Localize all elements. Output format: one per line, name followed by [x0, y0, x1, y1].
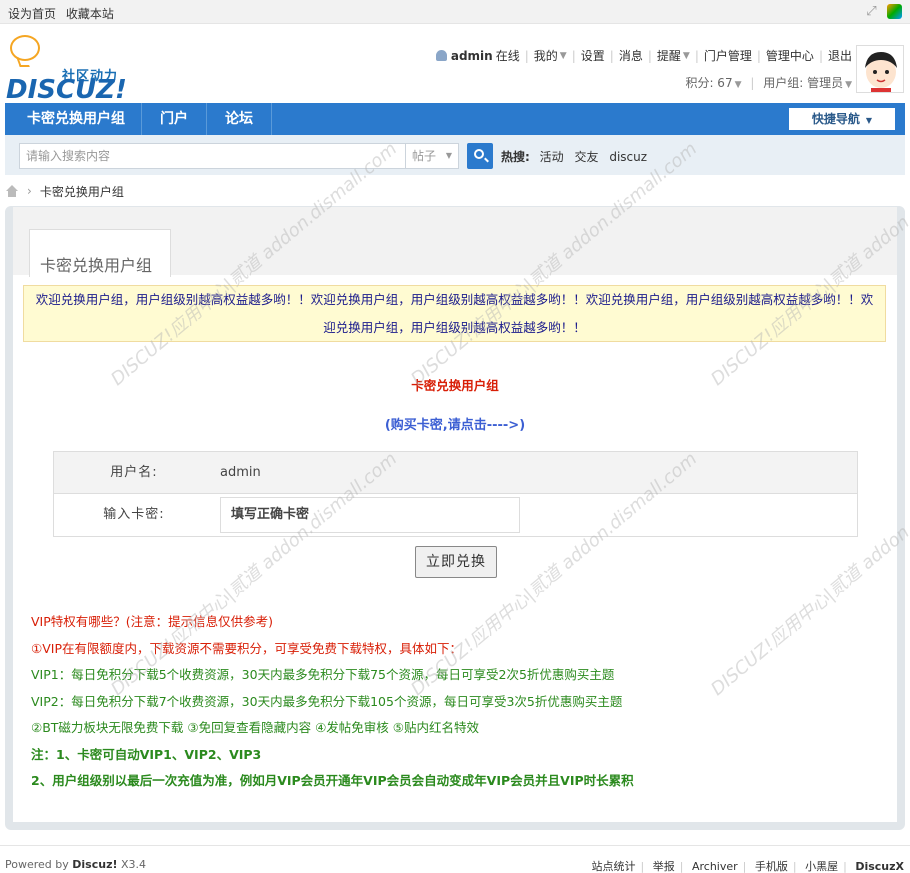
site-logo[interactable]: 社区动力 DISCUZ!	[6, 35, 136, 105]
hot-search: 热搜: 活动 交友 discuz	[501, 148, 654, 165]
info-line: ①VIP在有限额度内，下载资源不需要积分，可享受免费下载特权，具体如下：	[31, 640, 462, 656]
logo-en-text: DISCUZ!	[6, 75, 127, 105]
avatar[interactable]	[856, 45, 904, 93]
menu-reminders[interactable]: 提醒	[657, 47, 681, 64]
nav-item-portal[interactable]: 门户	[142, 103, 207, 135]
widescreen-toggle-icon[interactable]: ⤢	[864, 4, 879, 19]
caret-down-icon: ▼	[445, 151, 452, 160]
hot-search-item[interactable]: discuz	[609, 150, 647, 164]
nav-item-forum[interactable]: 论坛	[207, 103, 272, 135]
version-label: X3.4	[121, 858, 147, 871]
buy-card-link[interactable]: (购买卡密,请点击---->)	[13, 414, 897, 433]
caret-down-icon: ▼	[865, 116, 873, 125]
tab-card-exchange[interactable]: 卡密兑换用户组	[29, 229, 171, 277]
welcome-notice: 欢迎兑换用户组，用户组级别越高权益越多哟！！欢迎兑换用户组，用户组级别越高权益越…	[23, 285, 886, 342]
form-row-username: 用户名: admin	[54, 452, 857, 494]
main-nav: 卡密兑换用户组 门户 论坛 快捷导航 ▼	[5, 103, 905, 135]
info-line: 注：1、卡密可自动VIP1、VIP2、VIP3	[31, 746, 262, 762]
nav-item-card-exchange[interactable]: 卡密兑换用户组	[5, 103, 142, 135]
username-label: 用户名:	[110, 465, 158, 480]
top-toolbar: 设为首页 收藏本站 ⤢	[0, 0, 910, 24]
menu-admin-center[interactable]: 管理中心	[766, 47, 814, 64]
bookmark-link[interactable]: 收藏本站	[66, 7, 114, 21]
username-link[interactable]: admin	[451, 49, 493, 63]
footer-brand[interactable]: DiscuzX	[855, 860, 904, 873]
search-input[interactable]: 请输入搜索内容	[19, 143, 405, 169]
info-line: ②BT磁力板块无限免费下载 ③免回复查看隐藏内容 ④发帖免审核 ⑤贴内红名特效	[31, 720, 479, 735]
footer-link-mobile[interactable]: 手机版	[755, 860, 788, 873]
info-line: 2、用户组级别以最后一次充值为准，例如月VIP会员开通年VIP会员会自动变成年V…	[31, 773, 634, 788]
credits-link[interactable]: 积分: 67	[685, 76, 732, 90]
username-value: admin	[214, 452, 857, 493]
menu-messages[interactable]: 消息	[619, 47, 643, 64]
quick-nav-button[interactable]: 快捷导航 ▼	[789, 108, 895, 130]
search-button[interactable]	[467, 143, 493, 169]
exchange-form: 用户名: admin 输入卡密: 填写正确卡密	[53, 451, 858, 537]
exchange-heading: 卡密兑换用户组	[411, 378, 499, 393]
info-line: VIP特权有哪些？(注意：提示信息仅供参考)	[31, 614, 274, 629]
info-line: VIP2：每日免积分下载7个收费资源，30天内最多免积分下载105个资源，每日可…	[31, 693, 623, 709]
search-type-select[interactable]: 帖子 ▼	[405, 143, 459, 169]
search-bar: 请输入搜索内容 帖子 ▼ 热搜: 活动 交友 discuz	[5, 135, 905, 175]
menu-logout[interactable]: 退出	[828, 47, 852, 64]
search-type-value: 帖子	[412, 149, 437, 163]
info-line: VIP1：每日免积分下载5个收费资源，30天内最多免积分下载75个资源，每日可享…	[31, 667, 615, 682]
powered-by-label: Powered by	[5, 858, 69, 871]
footer: Powered by Discuz! X3.4 站点统计 | 举报 | Archiv…	[0, 845, 910, 873]
card-code-input[interactable]: 填写正确卡密	[220, 497, 520, 533]
logo-bubble-icon	[10, 35, 40, 61]
hot-search-label: 热搜:	[501, 150, 530, 164]
set-homepage-link[interactable]: 设为首页	[8, 7, 56, 21]
chevron-down-icon: ▼	[734, 80, 742, 90]
card-label: 输入卡密:	[103, 507, 165, 522]
quick-nav-label: 快捷导航	[811, 112, 860, 126]
breadcrumb-current[interactable]: 卡密兑换用户组	[40, 183, 124, 200]
product-link[interactable]: Discuz!	[72, 858, 117, 871]
hot-search-item[interactable]: 活动	[540, 150, 564, 164]
footer-link-stats[interactable]: 站点统计	[592, 860, 636, 873]
user-menu: admin 在线 | 我的 ▼ | 设置 | 消息 | 提醒 ▼ | 门户管理 | …	[435, 47, 852, 91]
footer-link-archiver[interactable]: Archiver	[692, 860, 738, 873]
usergroup-link[interactable]: 用户组: 管理员	[763, 76, 843, 90]
vip-info: VIP特权有哪些？(注意：提示信息仅供参考) ①VIP在有限额度内，下载资源不需…	[31, 609, 891, 795]
chevron-down-icon: ▼	[559, 50, 567, 61]
user-icon	[435, 50, 447, 61]
header: 社区动力 DISCUZ! admin 在线 | 我的 ▼ | 设置 | 消息 | …	[0, 25, 910, 105]
home-icon[interactable]	[5, 185, 19, 197]
menu-my[interactable]: 我的	[534, 47, 558, 64]
search-icon	[474, 149, 484, 159]
chevron-down-icon: ▼	[845, 80, 852, 90]
breadcrumb-separator: ›	[27, 184, 32, 198]
exchange-submit-button[interactable]: 立即兑换	[415, 546, 497, 578]
chevron-down-icon: ▼	[682, 50, 690, 61]
hot-search-item[interactable]: 交友	[574, 150, 598, 164]
form-row-card: 输入卡密: 填写正确卡密	[54, 494, 857, 536]
menu-settings[interactable]: 设置	[581, 47, 605, 64]
footer-link-blacklist[interactable]: 小黑屋	[805, 860, 838, 873]
menu-portal-admin[interactable]: 门户管理	[704, 47, 752, 64]
footer-link-report[interactable]: 举报	[653, 860, 675, 873]
main-panel: 卡密兑换用户组 欢迎兑换用户组，用户组级别越高权益越多哟！！欢迎兑换用户组，用户…	[5, 206, 905, 830]
app-icon[interactable]	[887, 4, 902, 19]
breadcrumb: › 卡密兑换用户组	[5, 182, 124, 200]
online-status[interactable]: 在线	[496, 47, 520, 64]
